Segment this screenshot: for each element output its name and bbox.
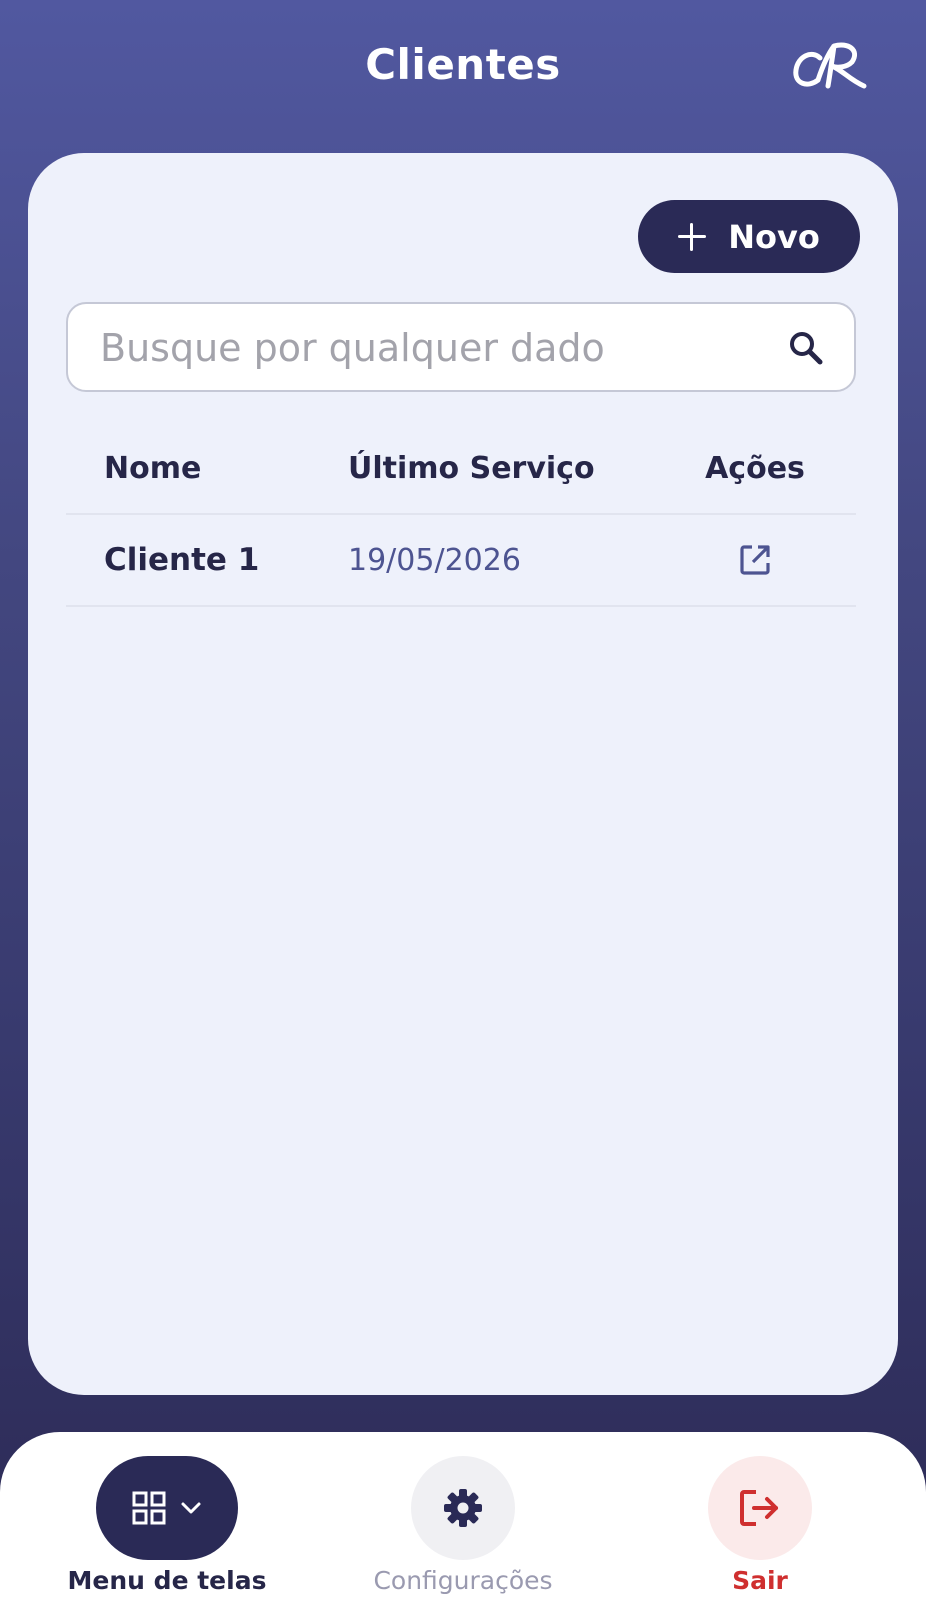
table-header-row: Nome Último Serviço Ações <box>66 423 856 515</box>
client-name: Cliente 1 <box>104 542 260 578</box>
nav-pill-exit <box>708 1456 812 1560</box>
external-link-icon[interactable] <box>738 543 772 577</box>
clients-table: Nome Último Serviço Ações Cliente 1 19/0… <box>66 423 856 607</box>
row-actions <box>690 515 820 605</box>
plus-icon <box>678 222 707 251</box>
logout-icon <box>740 1490 778 1526</box>
clients-card: Novo Nome Último Serviço Ações Cliente 1… <box>28 153 898 1395</box>
header: Clientes <box>0 0 926 140</box>
nav-label-config: Configurações <box>373 1566 553 1595</box>
nav-item-menu-de-telas[interactable]: Menu de telas <box>68 1456 266 1595</box>
nav-label-exit: Sair <box>732 1566 788 1595</box>
nav-label-menu: Menu de telas <box>67 1566 267 1595</box>
page-title: Clientes <box>365 40 561 89</box>
search-input[interactable] <box>98 304 782 392</box>
chevron-down-icon <box>181 1502 201 1514</box>
column-header-last-service: Último Serviço <box>348 450 595 486</box>
bottom-navigation: Menu de telas Configurações Sair <box>0 1432 926 1600</box>
table-row: Cliente 1 19/05/2026 <box>66 515 856 607</box>
cr-monogram-logo <box>793 42 867 89</box>
clients-screen: Clientes Novo Nome Último Serviço Ações <box>0 0 926 1600</box>
new-button-label: Novo <box>728 217 820 256</box>
nav-pill-menu <box>96 1456 238 1560</box>
nav-item-configuracoes[interactable]: Configurações <box>367 1456 559 1595</box>
grid-icon <box>132 1491 166 1525</box>
search-box <box>66 302 856 392</box>
client-last-service: 19/05/2026 <box>348 542 521 578</box>
nav-pill-config <box>411 1456 515 1560</box>
column-header-actions: Ações <box>705 450 805 486</box>
gear-icon <box>444 1489 482 1527</box>
search-icon[interactable] <box>788 330 824 366</box>
nav-item-sair[interactable]: Sair <box>708 1456 812 1595</box>
new-client-button[interactable]: Novo <box>638 200 860 273</box>
column-header-name: Nome <box>104 450 202 486</box>
